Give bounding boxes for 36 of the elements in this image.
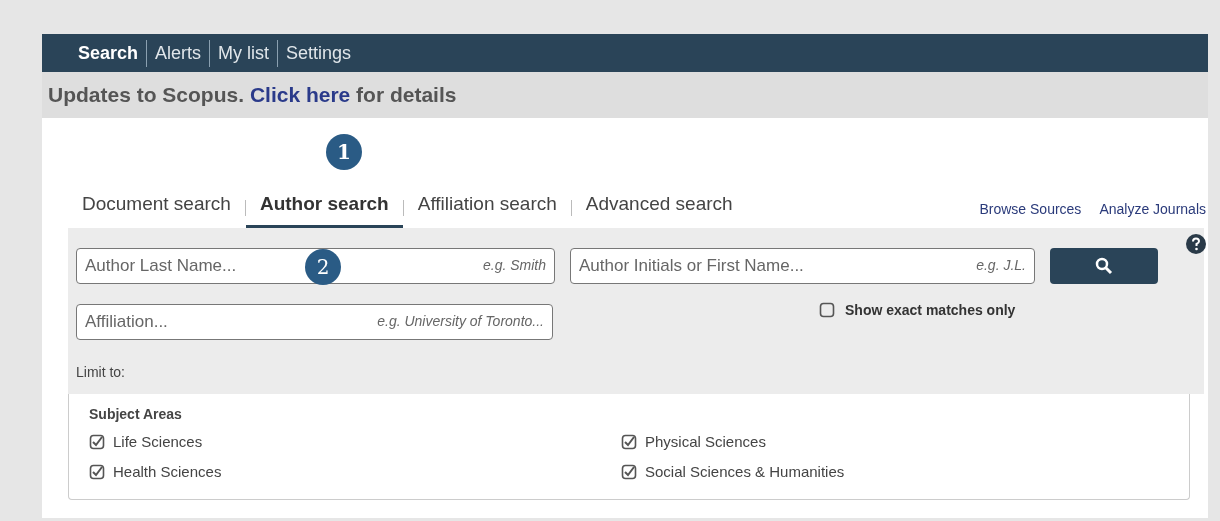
checked-checkbox-icon[interactable] — [89, 464, 105, 481]
text-field[interactable]: Author Last Name... 2 e.g. Smith — [76, 247, 555, 284]
subject-area-label: Life Sciences — [113, 431, 203, 452]
text-field[interactable]: Affiliation... e.g. University of Toronto... — [76, 303, 553, 340]
subject-area-label: Social Sciences & Humanities — [645, 462, 845, 482]
subject-areas-title: Subject Areas — [89, 404, 183, 424]
field-hint: e.g. University of Toronto... — [377, 312, 544, 331]
help-icon[interactable] — [1186, 233, 1206, 254]
checked-checkbox-icon[interactable] — [89, 433, 105, 450]
nav-link[interactable]: Search — [78, 39, 147, 67]
text-field[interactable]: Author Initials or First Name... e.g. J.L. — [570, 247, 1035, 284]
header-link[interactable]: Browse Sources — [979, 198, 1082, 220]
updates-banner-text: Updates to Scopus. Click here for details — [48, 82, 457, 109]
input-field[interactable]: Author Initials or First Name... — [579, 252, 977, 279]
subject-area-label: Physical Sciences — [645, 431, 766, 452]
field-hint: e.g. Smith — [482, 256, 546, 275]
step-number-badge: 2 — [305, 248, 341, 285]
search-tab[interactable]: Affiliation search — [403, 190, 571, 228]
nav-link[interactable]: Settings — [277, 39, 360, 67]
header-link[interactable]: Analyze Journals — [1099, 198, 1206, 220]
nav-link[interactable]: Alerts — [146, 39, 210, 67]
limit-to-label: Limit to: — [76, 363, 125, 380]
search-tab[interactable]: Document search — [82, 190, 245, 228]
nav-link[interactable]: My list — [209, 39, 278, 67]
input-field[interactable]: Affiliation... — [85, 308, 378, 335]
subject-area-label: Health Sciences — [113, 462, 222, 482]
click-here-link[interactable]: Click here — [249, 83, 351, 107]
checkbox-icon[interactable] — [819, 302, 835, 318]
search-icon — [1095, 256, 1113, 275]
search-button[interactable] — [1050, 247, 1158, 284]
checked-checkbox-icon[interactable] — [621, 433, 637, 450]
step-number-badge: 1 — [325, 134, 362, 170]
checked-checkbox-icon[interactable] — [621, 464, 637, 481]
field-hint: e.g. J.L. — [976, 256, 1026, 275]
search-tab[interactable]: Advanced search — [571, 190, 747, 228]
checkbox-label: Show exact matches only — [845, 300, 1016, 320]
